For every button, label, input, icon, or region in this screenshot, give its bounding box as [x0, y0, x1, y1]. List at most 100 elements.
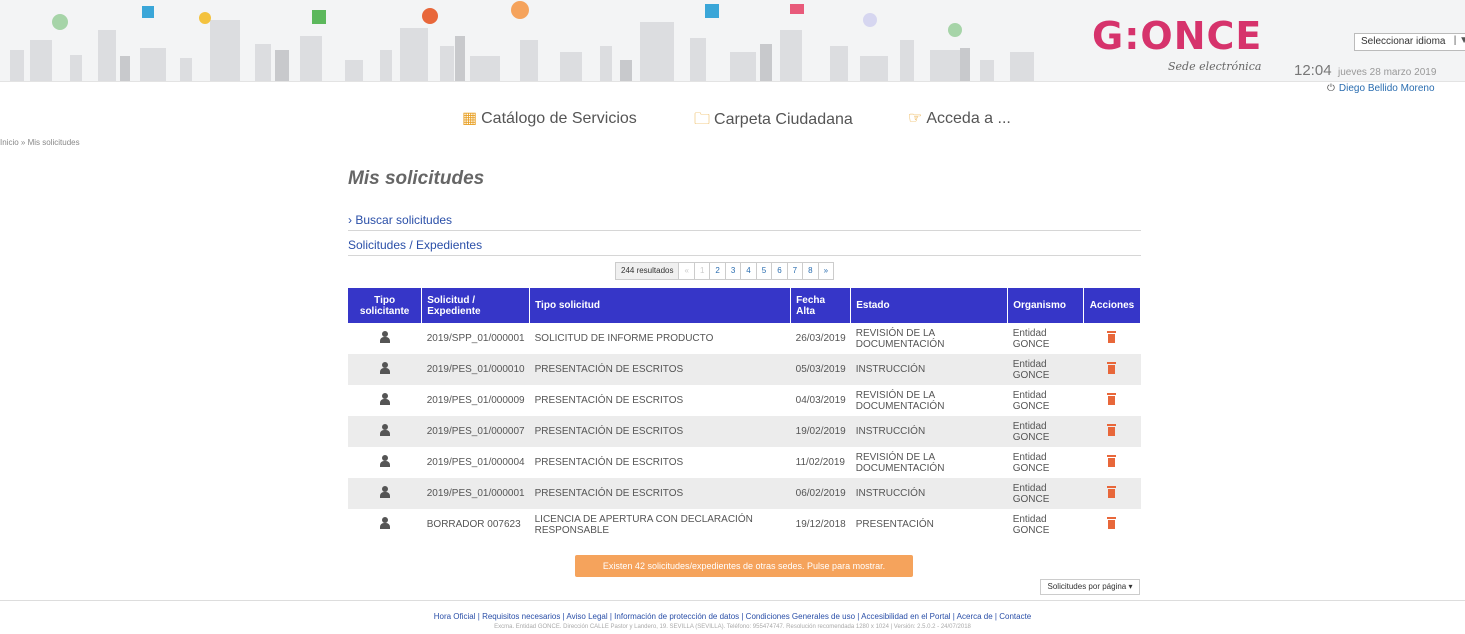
applicant-type-cell [348, 447, 422, 478]
table-row[interactable]: BORRADOR 007623 LICENCIA DE APERTURA CON… [348, 509, 1141, 540]
trash-icon[interactable] [1107, 331, 1117, 343]
footer-link-requisitos[interactable]: Requisitos necesarios [482, 612, 560, 621]
nav-label: Carpeta Ciudadana [714, 111, 853, 128]
pagination-page[interactable]: 6 [772, 263, 788, 279]
table-header-row: Tipo solicitante Solicitud / Expediente … [348, 288, 1142, 323]
user-logout-link[interactable]: ⏻ Diego Bellido Moreno [1327, 83, 1435, 94]
table-row[interactable]: 2019/PES_01/000007 PRESENTACIÓN DE ESCRI… [348, 416, 1141, 447]
footer-divider [0, 600, 1465, 601]
pagination-page[interactable]: 3 [725, 263, 742, 279]
request-type-cell: PRESENTACIÓN DE ESCRITOS [534, 457, 684, 468]
col-header-type[interactable]: Tipo solicitante [348, 288, 423, 323]
requests-table: Tipo solicitante Solicitud / Expediente … [348, 288, 1142, 540]
nav-carpeta-ciudadana[interactable]: 🗀 Carpeta Ciudadana [694, 108, 853, 135]
request-id-cell[interactable]: 2019/PES_01/000004 [422, 447, 530, 478]
organism-cell: Entidad GONCE [1012, 451, 1050, 474]
chevron-right-icon: › [348, 213, 352, 227]
status-cell: INSTRUCCIÓN [850, 354, 1008, 385]
trash-icon[interactable] [1107, 517, 1117, 529]
request-id-cell[interactable]: BORRADOR 007623 [422, 509, 530, 540]
header-banner: G:ONCE Sede electrónica Seleccionar idio… [0, 0, 1465, 82]
request-type-cell: SOLICITUD DE INFORME PRODUCTO [534, 333, 714, 344]
request-id-cell[interactable]: 2019/PES_01/000001 [421, 478, 530, 509]
show-other-sites-button[interactable]: Existen 42 solicitudes/expedientes de ot… [575, 555, 913, 577]
caret-down-icon: ▾ [1128, 582, 1133, 591]
footer-link-hora-oficial[interactable]: Hora Oficial [434, 612, 476, 621]
search-requests-label: Buscar solicitudes [355, 213, 453, 227]
person-icon [379, 455, 390, 467]
pagination-page[interactable]: 2 [710, 263, 726, 279]
request-type-cell: PRESENTACIÓN DE ESCRITOS [529, 354, 791, 385]
col-header-id[interactable]: Solicitud / Expediente [421, 288, 531, 323]
trash-icon[interactable] [1107, 486, 1117, 498]
footer-links: Hora Oficial | Requisitos necesarios | A… [433, 612, 1032, 621]
col-header-organism[interactable]: Organismo [1007, 288, 1084, 323]
language-select[interactable]: Seleccionar idioma | ▼ [1354, 33, 1465, 51]
footer-link-acerca-de[interactable]: Acerca de [957, 612, 993, 621]
breadcrumb[interactable]: Inicio » Mis solicitudes [0, 138, 80, 147]
pagination-page-current: 1 [694, 263, 711, 279]
footer-link-accesibilidad[interactable]: Accesibilidad en el Portal [861, 612, 950, 621]
search-requests-toggle[interactable]: › Buscar solicitudes [348, 213, 1141, 231]
trash-icon[interactable] [1107, 393, 1117, 405]
user-name: Diego Bellido Moreno [1338, 83, 1435, 94]
per-page-dropdown[interactable]: Solicitudes por página ▾ [1040, 579, 1140, 595]
request-type-cell: PRESENTACIÓN DE ESCRITOS [529, 478, 791, 509]
footer-link-proteccion-datos[interactable]: Información de protección de datos [614, 612, 739, 621]
pagination-page[interactable]: 4 [741, 263, 757, 279]
table-row[interactable]: 2019/PES_01/000001 PRESENTACIÓN DE ESCRI… [348, 478, 1141, 509]
actions-cell [1083, 478, 1141, 509]
nav-catalogo-servicios[interactable]: ▦ Catálogo de Servicios [462, 108, 637, 128]
grid-icon: ▦ [462, 110, 478, 127]
trash-icon[interactable] [1107, 455, 1117, 467]
results-section-heading: Solicitudes / Expedientes [348, 238, 1141, 256]
trash-icon[interactable] [1107, 424, 1117, 436]
applicant-type-cell [348, 323, 422, 354]
pagination-next[interactable]: » [818, 263, 834, 279]
table-row[interactable]: 2019/PES_01/000009 PRESENTACIÓN DE ESCRI… [348, 385, 1141, 416]
city-skyline-illustration [10, 1, 1034, 81]
request-id-cell[interactable]: 2019/PES_01/000009 [422, 385, 530, 416]
footer-link-condiciones[interactable]: Condiciones Generales de uso [746, 612, 855, 621]
status-cell: INSTRUCCIÓN [850, 478, 1008, 509]
folder-icon: 🗀 [694, 111, 711, 128]
footer-link-contacte[interactable]: Contacte [999, 612, 1031, 621]
person-icon [379, 486, 390, 498]
request-id-cell[interactable]: 2019/PES_01/000010 [421, 354, 530, 385]
applicant-type-cell [348, 478, 422, 509]
actions-cell [1083, 447, 1140, 478]
status-cell: REVISIÓN DE LA DOCUMENTACIÓN [855, 451, 945, 474]
pagination-page[interactable]: 7 [787, 263, 804, 279]
date-cell: 05/03/2019 [790, 354, 851, 385]
clock-time: 12:04 [1294, 62, 1332, 79]
person-icon [379, 517, 390, 529]
applicant-type-cell [348, 509, 422, 540]
actions-cell [1083, 385, 1140, 416]
trash-icon[interactable] [1107, 362, 1117, 374]
actions-cell [1083, 509, 1140, 540]
actions-cell [1083, 416, 1141, 447]
pagination-page[interactable]: 5 [756, 263, 773, 279]
pagination: 244 resultados « 1 2 3 4 5 6 7 8 » [615, 262, 835, 280]
organism-cell: Entidad GONCE [1012, 513, 1050, 536]
request-id-cell[interactable]: 2019/PES_01/000007 [421, 416, 530, 447]
actions-cell [1083, 323, 1140, 354]
clock-area: 12:04 jueves 28 marzo 2019 [1294, 62, 1436, 80]
table-row[interactable]: 2019/PES_01/000010 PRESENTACIÓN DE ESCRI… [348, 354, 1141, 385]
person-icon [379, 331, 390, 343]
applicant-type-cell [348, 354, 422, 385]
chevron-down-icon: | ▼ [1453, 35, 1465, 46]
nav-acceda-a[interactable]: ☞ Acceda a ... [908, 108, 1011, 128]
col-header-request-type[interactable]: Tipo solicitud [529, 288, 792, 323]
col-header-status[interactable]: Estado [850, 288, 1009, 323]
table-row[interactable]: 2019/SPP_01/000001 SOLICITUD DE INFORME … [348, 323, 1141, 354]
col-header-date[interactable]: Fecha Alta [790, 288, 852, 323]
request-type-cell: PRESENTACIÓN DE ESCRITOS [529, 416, 791, 447]
footer-link-aviso-legal[interactable]: Aviso Legal [566, 612, 607, 621]
request-id-cell[interactable]: 2019/SPP_01/000001 [422, 323, 530, 354]
person-icon [379, 393, 390, 405]
pagination-page[interactable]: 8 [803, 263, 819, 279]
table-row[interactable]: 2019/PES_01/000004 PRESENTACIÓN DE ESCRI… [348, 447, 1141, 478]
gonce-logo[interactable]: G:ONCE Sede electrónica [1092, 14, 1277, 76]
per-page-label: Solicitudes por página [1047, 582, 1127, 591]
